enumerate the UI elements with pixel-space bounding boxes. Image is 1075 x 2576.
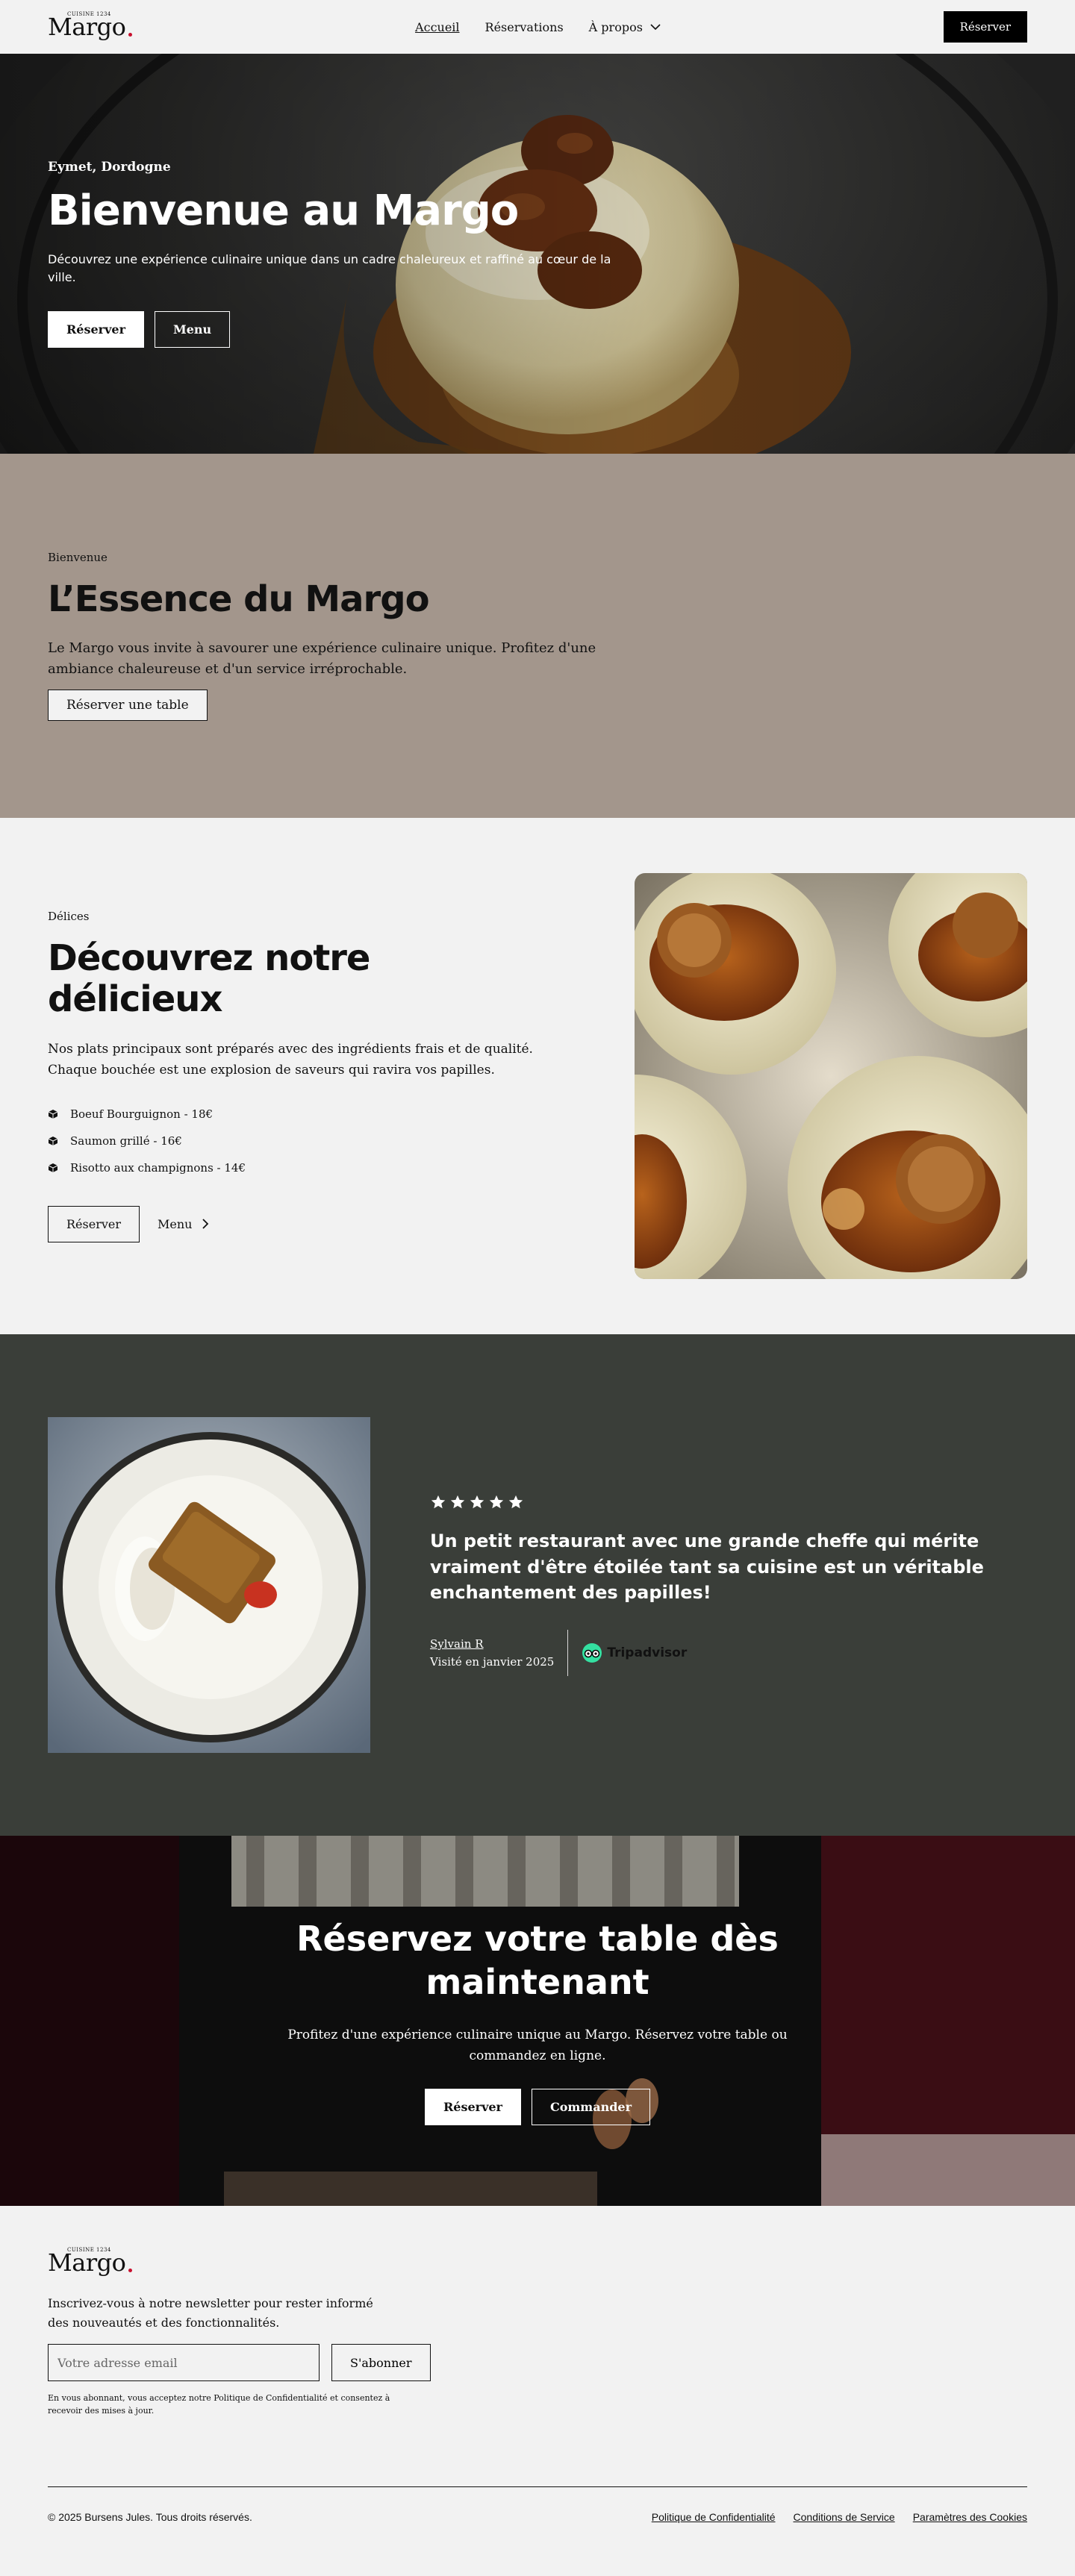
testimonial-author-row: Sylvain R Visité en janvier 2025 Tripadv… [430, 1630, 1012, 1677]
pastries-photo [635, 873, 1027, 1279]
tripadvisor-owl-icon [582, 1643, 602, 1663]
newsletter-fine-print: En vous abonnant, vous acceptez notre Po… [48, 2393, 390, 2416]
star-rating [430, 1494, 1012, 1510]
hero-buttons: Réserver Menu [48, 311, 630, 348]
list-item: Risotto aux champignons - 14€ [48, 1161, 555, 1175]
nav-dropdown-apropos[interactable]: À propos [589, 20, 661, 34]
cube-icon [48, 1109, 58, 1119]
cookie-settings-link[interactable]: Paramètres des Cookies [913, 2511, 1027, 2523]
cta-buttons: Réserver Commander [0, 2089, 1075, 2126]
logo-dot [128, 33, 133, 37]
dish-name: Risotto aux champignons - 14€ [70, 1160, 246, 1175]
cta-reserve-button[interactable]: Réserver [424, 2089, 521, 2126]
hero-menu-button[interactable]: Menu [155, 311, 231, 348]
logo-wordmark: CUISINE 1234 Margo [48, 11, 126, 40]
dish-name: Boeuf Bourguignon - 18€ [70, 1107, 214, 1121]
cube-icon [48, 1136, 58, 1145]
delices-menu-link[interactable]: Menu [158, 1217, 209, 1231]
delices-content: Délices Découvrez notre délicieux Nos pl… [48, 910, 555, 1242]
visit-date: Visité en janvier 2025 [430, 1655, 555, 1669]
delices-eyebrow: Délices [48, 910, 90, 924]
menu-link-label: Menu [158, 1216, 193, 1231]
cta-description: Profitez d'une expérience culinaire uniq… [287, 2028, 788, 2064]
hero-title: Bienvenue au Margo [48, 187, 519, 235]
author-name[interactable]: Sylvain R [430, 1637, 554, 1651]
privacy-policy-link[interactable]: Politique de Confidentialité [652, 2511, 776, 2523]
newsletter-text: Inscrivez-vous à notre newsletter pour r… [48, 2296, 373, 2330]
testimonial-content: Un petit restaurant avec une grande chef… [430, 1494, 1012, 1677]
testimonial-quote: Un petit restaurant avec une grande chef… [430, 1530, 984, 1604]
cube-icon [48, 1163, 58, 1172]
footer-bottom-bar: © 2025 Bursens Jules. Tous droits réserv… [48, 2486, 1027, 2523]
nav-link-accueil[interactable]: Accueil [415, 20, 459, 34]
hero-location: Eymet, Dordogne [48, 160, 171, 175]
star-icon [489, 1495, 504, 1509]
brand-logo[interactable]: CUISINE 1234 Margo [48, 11, 133, 40]
essence-eyebrow: Bienvenue [48, 550, 108, 564]
cta-section: Réservez votre table dès maintenant Prof… [0, 1836, 1075, 2206]
dish-name: Saumon grillé - 16€ [70, 1134, 182, 1148]
delices-title: Découvrez notre délicieux [48, 937, 370, 1021]
logo-tagline: CUISINE 1234 [67, 2247, 111, 2253]
copyright-text: © 2025 Bursens Jules. Tous droits réserv… [48, 2511, 252, 2523]
hero-description: Découvrez une expérience culinaire uniqu… [48, 251, 611, 285]
nav-reserve-button[interactable]: Réserver [943, 11, 1027, 43]
footer-legal-links: Politique de Confidentialité Conditions … [652, 2511, 1027, 2523]
main-nav: Accueil Réservations À propos [415, 20, 661, 34]
delices-description: Nos plats principaux sont préparés avec … [48, 1041, 533, 1078]
site-footer: CUISINE 1234 Margo Inscrivez-vous à notre… [0, 2206, 1075, 2576]
tripadvisor-wordmark: Tripadvisor [607, 1645, 688, 1661]
delices-buttons: Réserver Menu [48, 1205, 555, 1242]
delices-section: Délices Découvrez notre délicieux Nos pl… [0, 818, 1075, 1334]
essence-description: Le Margo vous invite à savourer une expé… [48, 640, 596, 677]
star-icon [470, 1495, 484, 1509]
author-info: Sylvain R Visité en janvier 2025 [430, 1637, 554, 1669]
footer-logo[interactable]: CUISINE 1234 Margo [48, 2247, 1027, 2275]
dish-list: Boeuf Bourguignon - 18€ Saumon grillé - … [48, 1107, 555, 1175]
essence-section: Bienvenue L’Essence du Margo Le Margo vo… [0, 454, 1075, 818]
list-item: Saumon grillé - 16€ [48, 1134, 555, 1148]
plated-dessert-photo [48, 1417, 370, 1753]
star-icon [508, 1495, 523, 1509]
hero-content: Eymet, Dordogne Bienvenue au Margo Décou… [48, 160, 630, 348]
chevron-right-icon [202, 1219, 209, 1229]
logo-tagline: CUISINE 1234 [67, 11, 111, 17]
chevron-down-icon [650, 23, 661, 30]
logo-dot [128, 2269, 133, 2272]
star-icon [450, 1495, 465, 1509]
delices-reserve-button[interactable]: Réserver [48, 1205, 140, 1242]
cta-title: Réservez votre table dès maintenant [296, 1919, 779, 2002]
dish-plate-image [48, 1417, 370, 1753]
top-navbar: CUISINE 1234 Margo Accueil Réservations À… [0, 0, 1075, 54]
nav-dropdown-label: À propos [588, 19, 643, 34]
reserve-table-button[interactable]: Réserver une table [48, 690, 208, 722]
pastries-image [635, 873, 1027, 1279]
author-divider [567, 1630, 569, 1677]
cta-content: Réservez votre table dès maintenant Prof… [0, 1918, 1075, 2126]
hero-section: Eymet, Dordogne Bienvenue au Margo Décou… [0, 54, 1075, 454]
hero-reserve-button[interactable]: Réserver [48, 311, 144, 348]
tripadvisor-logo: Tripadvisor [582, 1642, 687, 1663]
star-icon [431, 1495, 446, 1509]
cta-order-button[interactable]: Commander [531, 2089, 651, 2126]
list-item: Boeuf Bourguignon - 18€ [48, 1107, 555, 1121]
newsletter-form: S'abonner [48, 2344, 1027, 2382]
logo-wordmark: CUISINE 1234 Margo [48, 2247, 126, 2275]
essence-title: L’Essence du Margo [48, 578, 430, 620]
subscribe-button[interactable]: S'abonner [331, 2344, 431, 2382]
testimonial-section: Un petit restaurant avec une grande chef… [0, 1334, 1075, 1836]
nav-link-reservations[interactable]: Réservations [485, 20, 564, 34]
terms-of-service-link[interactable]: Conditions de Service [794, 2511, 895, 2523]
email-field[interactable] [48, 2344, 320, 2382]
